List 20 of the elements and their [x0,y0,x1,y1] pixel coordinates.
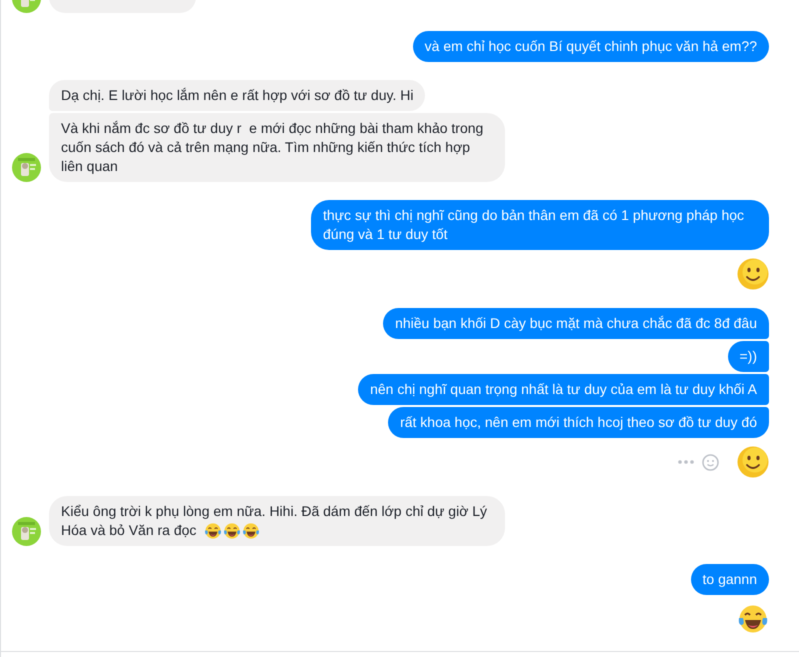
reaction-icon[interactable] [702,454,719,470]
message-bubble: nhiều bạn khối D cày bục mặt mà chưa chắc đã đc 8đ đâu [383,308,769,339]
avatar [12,153,41,182]
message-bubble: rất khoa học, nên em mới thích hcoj theo sơ đồ tư duy đó [388,407,769,438]
message-bubble: Kiểu ông trời k phụ lòng em nữa. Hihi. Đã dám đến lớp chỉ dự giờ Lý Hóa và bỏ Văn ra đọc [49,496,505,546]
smiley-face-icon [737,258,769,290]
more-icon[interactable] [678,460,694,464]
laughing-face-icon [204,522,222,540]
avatar [12,517,41,546]
smiley-face-icon [737,446,769,478]
laughing-face-icon [223,522,242,540]
message-bubble: Dạ chị. E lười học lắm nên e rất hợp với sơ đồ tư duy. Hi [49,80,426,111]
laughing-face-icon [242,522,260,540]
message-bubble: và em chỉ học cuốn Bí quyết chinh phục văn hả em?? [412,31,769,62]
message-bubble: Và khi nắm đc sơ đồ tư duy r e mới đọc những bài tham khảo trong cuốn sách đó và cả trên mạng nữa. Tìm những kiến thức tích hợp liên quan [49,113,505,182]
message-bubble: thực sự thì chị nghĩ cũng do bản thân em đã có 1 phương pháp học đúng và 1 tư duy tốt [311,200,769,250]
message-bubble: nên chị nghĩ quan trọng nhất là tư duy của em là tư duy khối A [358,374,769,405]
laughing-face-icon [737,603,769,636]
message-bubble: to gannn [690,564,769,596]
message-bubble: =)) [728,341,769,372]
